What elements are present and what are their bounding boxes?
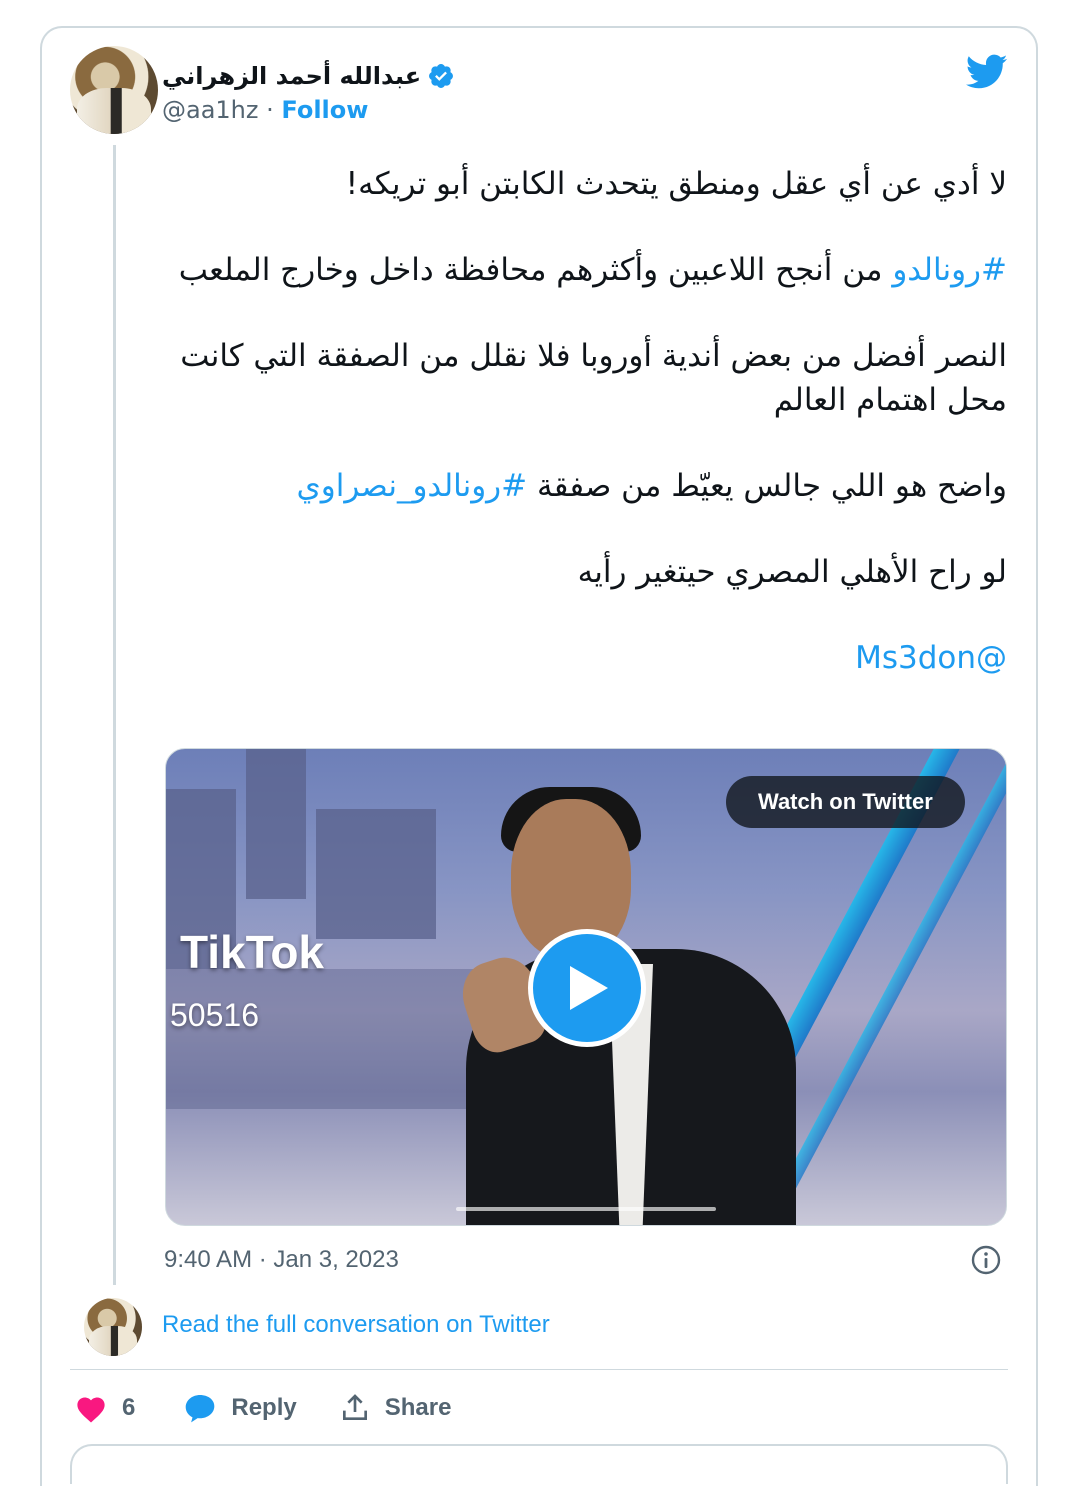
action-bar: 6 Reply Share xyxy=(74,1388,451,1428)
tiktok-watermark: TikTok xyxy=(180,926,324,978)
reply-bubble-icon xyxy=(186,1395,215,1423)
follow-button[interactable]: Follow xyxy=(281,96,368,124)
tweet-line-2-text: من أنجح اللاعبين وأكثرهم محافظة داخل وخا… xyxy=(178,252,893,288)
tiktok-user-number: 50516 xyxy=(170,997,259,1033)
like-button[interactable]: 6 xyxy=(74,1393,135,1423)
share-icon xyxy=(342,1394,367,1420)
video-progress-bar xyxy=(456,1207,716,1211)
like-count: 6 xyxy=(122,1394,136,1421)
watch-on-twitter-button[interactable]: Watch on Twitter xyxy=(726,776,965,828)
tweet-line-1: لا أدي عن أي عقل ومنطق يتحدث الكابتن أبو… xyxy=(345,166,1007,202)
reply-button[interactable]: Reply xyxy=(183,1393,297,1423)
info-icon[interactable] xyxy=(970,1244,1002,1276)
verified-badge-icon xyxy=(429,64,454,88)
hashtag-ronaldo[interactable]: #رونالدو xyxy=(892,252,1007,288)
share-button[interactable]: Share xyxy=(339,1392,452,1424)
tweet-mention-line: @Ms3don xyxy=(162,636,1007,680)
video-thumbnail[interactable]: TikTok 50516 Watch on Twitter xyxy=(165,748,1007,1226)
handle-separator: · xyxy=(266,96,274,124)
read-full-conversation-link[interactable]: Read the full conversation on Twitter xyxy=(162,1311,550,1339)
tweet-line-4-text: واضح هو اللي جالس يعيّط من صفقة xyxy=(527,468,1007,504)
divider xyxy=(70,1369,1008,1370)
tweet-line-3: النصر أفضل من بعض أندية أوروبا فلا نقلل … xyxy=(180,338,1007,418)
mention-link[interactable]: @Ms3don xyxy=(855,640,1007,676)
author-handle[interactable]: @aa1hz xyxy=(162,96,259,124)
next-card-edge xyxy=(70,1444,1008,1484)
reader-avatar xyxy=(84,1298,142,1356)
tweet-line-2: #رونالدو من أنجح اللاعبين وأكثرهم محافظة… xyxy=(162,248,1007,292)
play-icon xyxy=(570,966,608,1010)
twitter-bird-icon[interactable] xyxy=(966,54,1008,90)
background-building xyxy=(316,809,436,939)
author-display-name[interactable]: عبدالله أحمد الزهراني xyxy=(162,62,421,90)
author-avatar[interactable] xyxy=(70,46,158,134)
share-label: Share xyxy=(384,1394,452,1421)
tweet-line-5: لو راح الأهلي المصري حيتغير رأيه xyxy=(577,554,1007,590)
author-name-row[interactable]: عبدالله أحمد الزهراني xyxy=(162,58,455,94)
tweet-timestamp[interactable]: 9:40 AM · Jan 3, 2023 xyxy=(164,1246,399,1274)
play-button[interactable] xyxy=(528,929,646,1047)
hashtag-ronaldo-nasrawi[interactable]: #رونالدو_نصراوي xyxy=(296,468,527,504)
author-handle-row: @aa1hz · Follow xyxy=(162,96,368,124)
thread-line xyxy=(113,145,116,1285)
tweet-body: لا أدي عن أي عقل ومنطق يتحدث الكابتن أبو… xyxy=(162,162,1007,722)
background-building xyxy=(246,749,306,899)
heart-icon xyxy=(77,1397,105,1423)
reply-label: Reply xyxy=(231,1394,297,1421)
tweet-line-4: واضح هو اللي جالس يعيّط من صفقة #رونالدو… xyxy=(162,464,1007,508)
